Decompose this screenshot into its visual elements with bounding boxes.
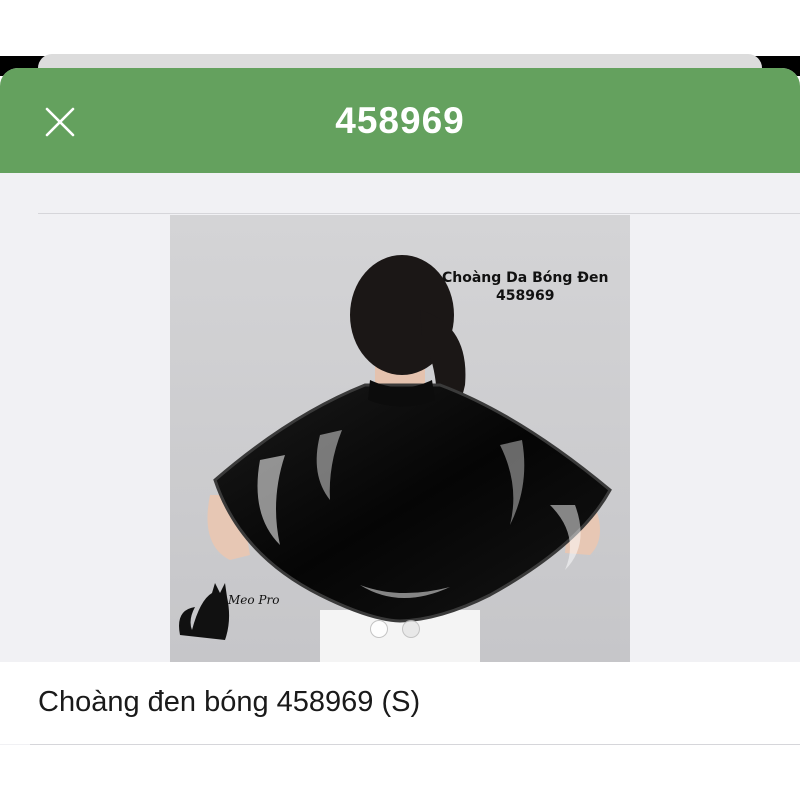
header-title: 458969: [335, 99, 465, 141]
sheet-header: 458969: [0, 68, 800, 173]
divider: [38, 213, 800, 214]
app-frame: 458969 Choàng Da Bóng Đen 458969 Meo Pro…: [0, 0, 800, 800]
image-caption: Choàng Da Bóng Đen 458969: [442, 269, 608, 305]
carousel-dot-2[interactable]: [402, 620, 420, 638]
bottom-area: [0, 745, 800, 800]
close-icon: [45, 107, 75, 137]
close-button[interactable]: [38, 104, 82, 140]
carousel-dot-1[interactable]: [370, 620, 388, 638]
top-blank: [0, 0, 800, 56]
product-image[interactable]: Choàng Da Bóng Đen 458969 Meo Pro: [170, 215, 630, 662]
product-name-row: Choàng đen bóng 458969 (S): [0, 662, 800, 744]
product-name: Choàng đen bóng 458969 (S): [38, 686, 421, 718]
caption-code: 458969: [496, 288, 555, 304]
carousel-dots: [370, 620, 420, 638]
watermark-signature: Meo Pro: [228, 593, 280, 607]
caption-title: Choàng Da Bóng Đen: [442, 270, 609, 286]
product-sheet: 458969 Choàng Da Bóng Đen 458969 Meo Pro…: [0, 68, 800, 800]
